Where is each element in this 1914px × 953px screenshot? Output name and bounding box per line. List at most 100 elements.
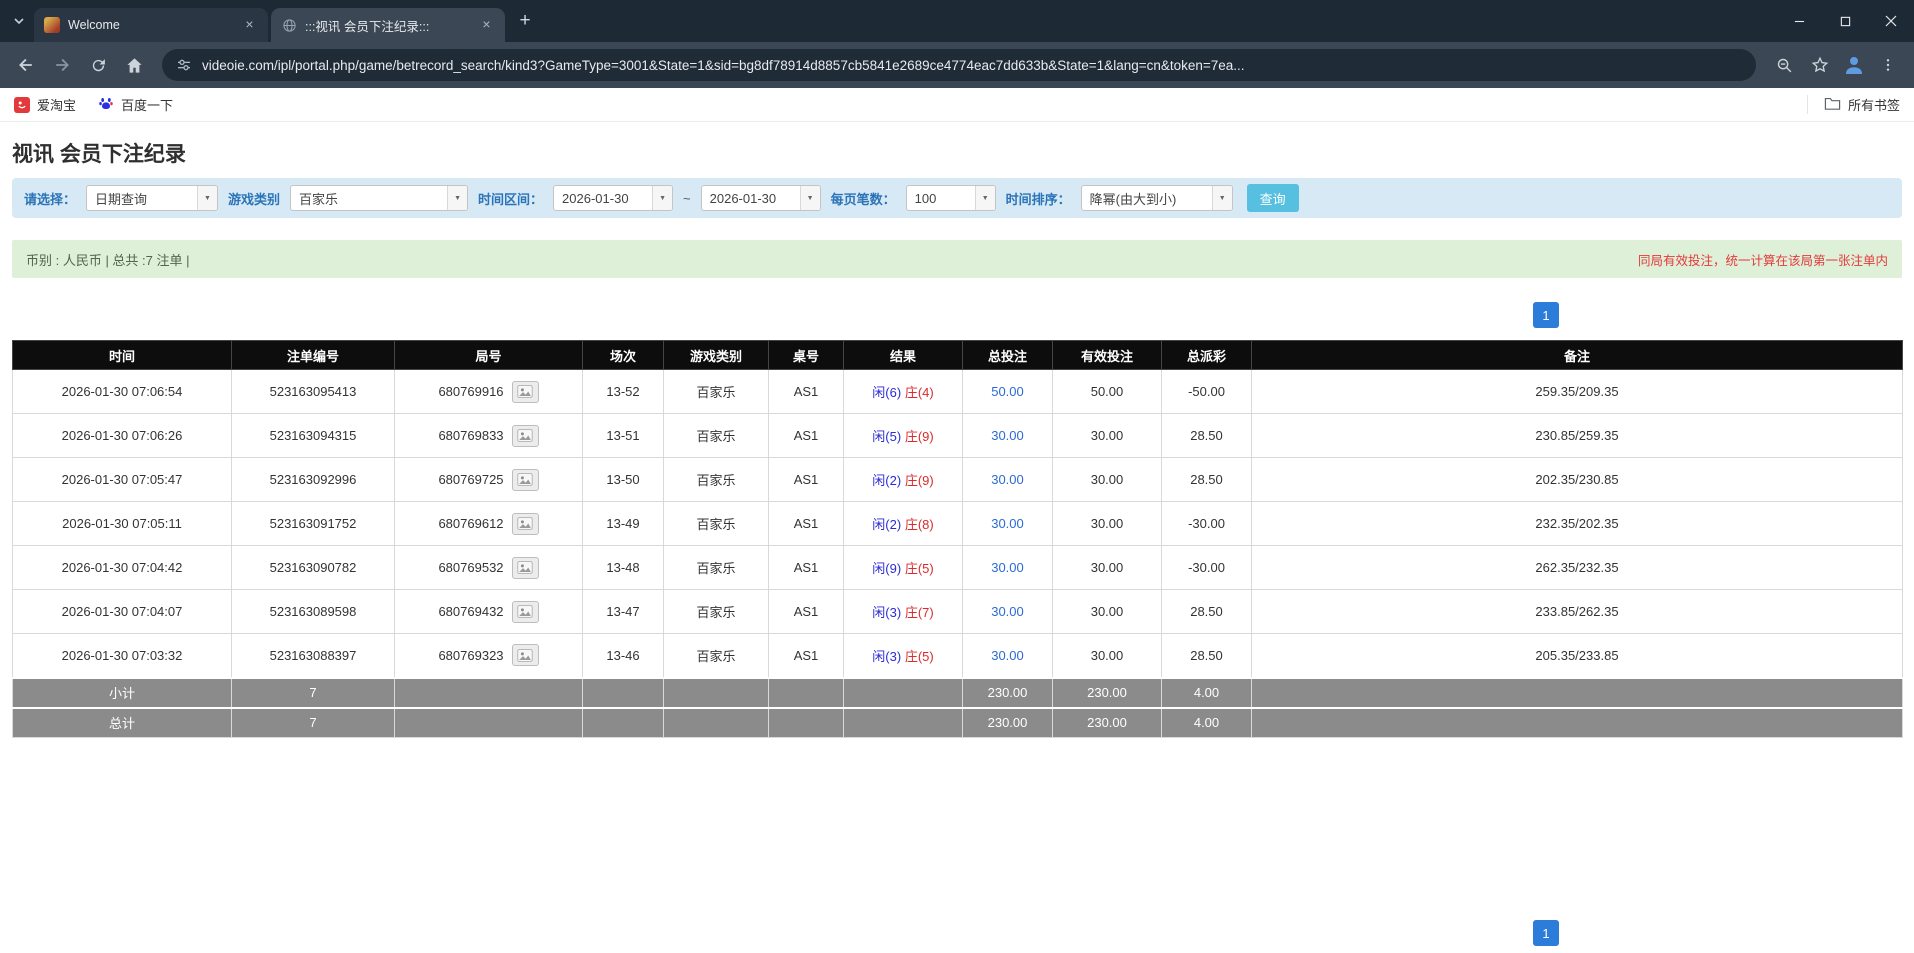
table-row: 2026-01-30 07:03:32523163088397680769323… xyxy=(13,634,1903,678)
query-type-select[interactable]: 日期查询 ▼ xyxy=(86,185,218,211)
cell-table-no: AS1 xyxy=(769,414,844,458)
browser-window: Welcome × :::视讯 会员下注纪录::: × + xyxy=(0,0,1914,953)
total-bet-link[interactable]: 30.00 xyxy=(991,428,1024,443)
cell-note: 232.35/202.35 xyxy=(1252,502,1903,546)
bookmark-star-button[interactable] xyxy=(1804,49,1836,81)
bookmark-baidu[interactable]: 百度一下 xyxy=(98,95,173,114)
round-image-icon[interactable] xyxy=(512,557,539,579)
footer-cell: 4.00 xyxy=(1162,708,1252,738)
chevron-down-icon: ▼ xyxy=(1212,186,1232,210)
query-type-value: 日期查询 xyxy=(87,186,197,210)
forward-button[interactable] xyxy=(46,49,78,81)
url-text: videoie.com/ipl/portal.php/game/betrecor… xyxy=(202,58,1742,73)
column-header: 注单编号 xyxy=(232,341,395,370)
round-image-icon[interactable] xyxy=(512,601,539,623)
result-player: 闲(3) xyxy=(872,649,901,664)
summary-bar: 币别 : 人民币 | 总共 :7 注单 | 同局有效投注，统一计算在该局第一张注… xyxy=(12,240,1902,278)
cell-note: 259.35/209.35 xyxy=(1252,370,1903,414)
currency-summary: 币别 : 人民币 | 总共 :7 注单 | xyxy=(26,250,190,269)
pagination-page-1-top[interactable]: 1 xyxy=(1533,302,1559,328)
total-bet-link[interactable]: 30.00 xyxy=(991,560,1024,575)
maximize-icon xyxy=(1840,16,1851,27)
home-button[interactable] xyxy=(118,49,150,81)
cell-time: 2026-01-30 07:05:47 xyxy=(13,458,232,502)
baidu-paw-icon xyxy=(98,95,114,114)
footer-cell xyxy=(583,678,664,708)
cell-payout: 28.50 xyxy=(1162,590,1252,634)
chevron-down-icon: ▼ xyxy=(975,186,995,210)
tab-close-icon[interactable]: × xyxy=(241,17,258,34)
result-banker: 庄(9) xyxy=(905,473,934,488)
round-image-icon[interactable] xyxy=(512,469,539,491)
query-type-label: 请选择： xyxy=(24,189,76,208)
per-page-value: 100 xyxy=(907,186,975,210)
total-bet-link[interactable]: 30.00 xyxy=(991,516,1024,531)
tab-close-icon[interactable]: × xyxy=(478,17,495,34)
tab-search-button[interactable] xyxy=(4,4,34,38)
refresh-button[interactable] xyxy=(82,49,114,81)
date-from-select[interactable]: 2026-01-30 ▼ xyxy=(553,185,673,211)
profile-avatar[interactable] xyxy=(1840,51,1868,79)
address-bar[interactable]: videoie.com/ipl/portal.php/game/betrecor… xyxy=(162,49,1756,81)
date-to-select[interactable]: 2026-01-30 ▼ xyxy=(701,185,821,211)
footer-cell xyxy=(769,678,844,708)
cell-total-bet: 30.00 xyxy=(963,634,1053,678)
cell-result: 闲(2) 庄(9) xyxy=(844,458,963,502)
tab-title: Welcome xyxy=(68,18,233,32)
sort-select[interactable]: 降幂(由大到小) ▼ xyxy=(1081,185,1233,211)
total-bet-link[interactable]: 30.00 xyxy=(991,472,1024,487)
footer-label: 小计 xyxy=(13,678,232,708)
round-image-icon[interactable] xyxy=(512,381,539,403)
round-image-icon[interactable] xyxy=(512,513,539,535)
round-image-icon[interactable] xyxy=(512,425,539,447)
all-bookmarks-label: 所有书签 xyxy=(1848,95,1900,114)
total-bet-link[interactable]: 30.00 xyxy=(991,648,1024,663)
minimize-button[interactable] xyxy=(1776,0,1822,42)
total-bet-link[interactable]: 50.00 xyxy=(991,384,1024,399)
column-header: 游戏类别 xyxy=(664,341,769,370)
new-tab-button[interactable]: + xyxy=(511,7,539,35)
cell-session: 13-46 xyxy=(583,634,664,678)
cell-session: 13-51 xyxy=(583,414,664,458)
page-content: 视讯 会员下注纪录 请选择： 日期查询 ▼ 游戏类别 百家乐 ▼ 时间区间： 2… xyxy=(0,138,1914,738)
cell-time: 2026-01-30 07:06:54 xyxy=(13,370,232,414)
bookmark-aitaobao[interactable]: 爱淘宝 xyxy=(14,95,76,114)
footer-cell xyxy=(844,678,963,708)
table-row: 2026-01-30 07:04:42523163090782680769532… xyxy=(13,546,1903,590)
maximize-button[interactable] xyxy=(1822,0,1868,42)
cell-table-no: AS1 xyxy=(769,634,844,678)
cell-round-id: 680769532 xyxy=(395,546,583,590)
browser-menu-button[interactable] xyxy=(1872,49,1904,81)
footer-cell xyxy=(395,708,583,738)
result-banker: 庄(5) xyxy=(905,561,934,576)
zoom-button[interactable] xyxy=(1768,49,1800,81)
column-header: 场次 xyxy=(583,341,664,370)
cell-bet-id: 523163092996 xyxy=(232,458,395,502)
round-id: 680769725 xyxy=(438,472,503,487)
back-button[interactable] xyxy=(10,49,42,81)
close-window-button[interactable] xyxy=(1868,0,1914,42)
footer-cell xyxy=(664,678,769,708)
footer-cell xyxy=(664,708,769,738)
total-bet-link[interactable]: 30.00 xyxy=(991,604,1024,619)
result-banker: 庄(8) xyxy=(905,517,934,532)
tab-betrecord[interactable]: :::视讯 会员下注纪录::: × xyxy=(271,8,505,42)
tab-welcome[interactable]: Welcome × xyxy=(34,8,268,42)
cell-session: 13-48 xyxy=(583,546,664,590)
cell-valid-bet: 30.00 xyxy=(1053,414,1162,458)
per-page-select[interactable]: 100 ▼ xyxy=(906,185,996,211)
cell-round-id: 680769916 xyxy=(395,370,583,414)
footer-cell xyxy=(395,678,583,708)
all-bookmarks-button[interactable]: 所有书签 xyxy=(1807,95,1900,114)
cell-note: 230.85/259.35 xyxy=(1252,414,1903,458)
game-type-select[interactable]: 百家乐 ▼ xyxy=(290,185,468,211)
cell-table-no: AS1 xyxy=(769,370,844,414)
search-button[interactable]: 查询 xyxy=(1247,184,1299,212)
cell-payout: -30.00 xyxy=(1162,502,1252,546)
round-id: 680769532 xyxy=(438,560,503,575)
round-image-icon[interactable] xyxy=(512,644,539,666)
cell-result: 闲(2) 庄(8) xyxy=(844,502,963,546)
taobao-icon xyxy=(14,97,30,113)
pagination-page-1-bottom[interactable]: 1 xyxy=(1533,920,1559,946)
cell-time: 2026-01-30 07:04:07 xyxy=(13,590,232,634)
